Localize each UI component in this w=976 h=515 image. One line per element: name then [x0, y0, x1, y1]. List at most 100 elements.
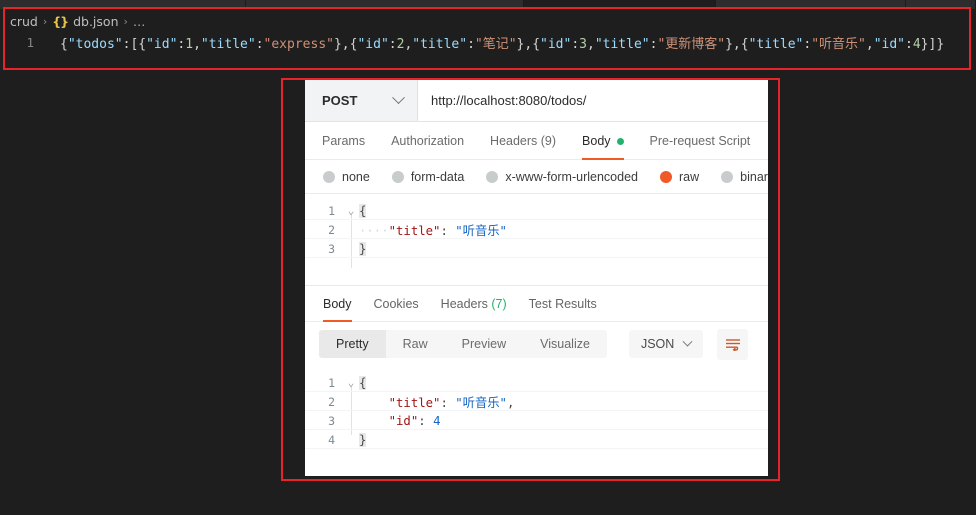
breadcrumb[interactable]: crud › {} db.json › …: [10, 13, 145, 30]
request-tab-body[interactable]: Body: [569, 122, 637, 160]
code-token: "id": [540, 36, 572, 52]
code-token: },{: [725, 36, 749, 52]
request-tab-label: Authorization: [391, 133, 465, 148]
body-type-none[interactable]: none: [323, 170, 370, 184]
request-tab-params[interactable]: Params: [322, 122, 378, 160]
wrap-lines-button[interactable]: [717, 328, 749, 360]
radio-icon[interactable]: [391, 170, 404, 183]
chevron-down-icon: [682, 336, 693, 347]
code-token: 3: [579, 36, 587, 52]
code-token: "id": [873, 36, 906, 52]
breadcrumb-folder[interactable]: crud: [10, 14, 38, 29]
code-token: ,: [506, 395, 515, 410]
response-tab-label: Cookies: [373, 296, 419, 311]
radio-icon[interactable]: [660, 170, 672, 183]
line-number: 1: [328, 375, 335, 390]
code-token: "id": [388, 413, 419, 428]
body-type-label: form-data: [410, 169, 465, 184]
body-type-x-www-form-urlencoded[interactable]: x-www-form-urlencoded: [486, 170, 638, 184]
editor-line[interactable]: 1 ⌄{: [305, 201, 768, 220]
code-token: :: [905, 36, 913, 52]
code-token: {: [359, 375, 367, 390]
line-number: 2: [328, 222, 335, 237]
line-number: 1: [328, 203, 335, 218]
editor-line-text: "title": "听音乐",: [359, 393, 515, 411]
radio-icon[interactable]: [486, 170, 499, 183]
code-token: ····: [359, 223, 389, 238]
view-mode-preview[interactable]: Preview: [445, 330, 523, 358]
request-tab-label: Headers (9): [490, 133, 557, 148]
request-url-bar: POST http://localhost:8080/todos/: [305, 80, 768, 122]
request-tab-label: Pre-request Script: [649, 133, 751, 148]
view-mode-pretty[interactable]: Pretty: [319, 330, 386, 358]
json-source-text[interactable]: {"todos":[{"id":1,"title":"express"},{"i…: [60, 33, 944, 52]
code-line-1[interactable]: 1 {"todos":[{"id":1,"title":"express"},{…: [8, 32, 944, 52]
breadcrumb-overflow[interactable]: …: [133, 14, 146, 29]
response-tab-count: (7): [487, 296, 507, 311]
http-method-value: POST: [322, 93, 358, 108]
editor-line[interactable]: 4}: [305, 430, 768, 449]
code-token: 4: [912, 36, 921, 52]
editor-line[interactable]: 2 "title": "听音乐",: [305, 392, 768, 411]
http-method-dropdown[interactable]: POST: [305, 80, 418, 121]
body-type-label: none: [342, 169, 370, 184]
response-tab-label: Headers: [440, 296, 488, 311]
body-type-selector[interactable]: none form-data x-www-form-urlencoded raw bin…: [305, 160, 768, 194]
code-token: "title": [594, 36, 650, 52]
code-token: },{: [516, 36, 541, 52]
code-token: }: [359, 432, 367, 447]
code-token: :: [467, 36, 475, 52]
code-token: "title": [200, 36, 256, 52]
editor-line-text: ····"title": "听音乐": [359, 221, 507, 239]
radio-icon[interactable]: [323, 170, 335, 183]
response-tab-body[interactable]: Body: [323, 286, 352, 322]
code-token: "title": [388, 223, 441, 238]
code-token: :: [255, 36, 264, 52]
line-number: 3: [328, 413, 335, 428]
request-tab-label: Body: [582, 133, 611, 148]
request-tab-authorization[interactable]: Authorization: [378, 122, 477, 160]
code-token: ,: [865, 36, 874, 52]
response-tab-label: Body: [323, 296, 352, 311]
body-type-binary[interactable]: binary: [721, 170, 768, 184]
response-view-mode-group[interactable]: Pretty Raw Preview Visualize: [319, 330, 607, 358]
response-tab-headers[interactable]: Headers (7): [441, 286, 507, 322]
radio-icon[interactable]: [721, 170, 734, 183]
request-tab-pre-request-script[interactable]: Pre-request Script: [637, 122, 764, 160]
response-format-value: JSON: [640, 337, 675, 351]
response-format-dropdown[interactable]: JSON: [628, 330, 704, 358]
body-type-raw[interactable]: raw: [660, 170, 699, 184]
breadcrumb-file[interactable]: db.json: [73, 14, 118, 29]
line-number: 1: [26, 34, 34, 50]
code-token: :[{: [122, 36, 147, 52]
view-mode-visualize[interactable]: Visualize: [523, 330, 607, 358]
code-token: "id": [146, 36, 178, 52]
fold-toggle-icon[interactable]: ⌄: [343, 376, 359, 389]
fold-toggle-icon[interactable]: ⌄: [343, 204, 359, 217]
request-body-editor[interactable]: 1 ⌄{2 ····"title": "听音乐" 3}: [305, 194, 768, 286]
editor-line[interactable]: 3}: [305, 239, 768, 258]
code-token: {: [359, 203, 367, 218]
body-type-label: x-www-form-urlencoded: [505, 169, 638, 184]
view-mode-raw[interactable]: Raw: [386, 330, 445, 358]
response-tab-test-results[interactable]: Test Results: [529, 286, 597, 322]
code-token: }: [359, 241, 367, 256]
editor-line-text: }: [359, 432, 367, 447]
request-tab-bar[interactable]: Params Authorization Headers (9) Body Pre-re…: [305, 122, 768, 160]
code-token: "title": [412, 36, 468, 52]
request-tab-headers-9[interactable]: Headers (9): [477, 122, 569, 160]
response-tab-cookies[interactable]: Cookies: [374, 286, 419, 322]
response-tab-label: Test Results: [528, 296, 597, 311]
postman-panel: POST http://localhost:8080/todos/ Params…: [305, 80, 768, 476]
wrap-lines-icon: [725, 338, 740, 351]
request-url-input[interactable]: http://localhost:8080/todos/: [418, 80, 768, 121]
code-token: "笔记": [474, 36, 517, 52]
editor-line[interactable]: 1 ⌄{: [305, 373, 768, 392]
body-type-form-data[interactable]: form-data: [391, 169, 465, 184]
response-body-viewer[interactable]: 1 ⌄{2 "title": "听音乐", 3 "id": 4 4}: [305, 366, 768, 454]
editor-line[interactable]: 2 ····"title": "听音乐": [305, 220, 768, 239]
response-tab-bar[interactable]: Body Cookies Headers (7) Test Results: [305, 286, 768, 322]
body-type-label: binary: [740, 169, 768, 184]
body-type-label: raw: [679, 169, 700, 184]
editor-line[interactable]: 3 "id": 4: [305, 411, 768, 430]
